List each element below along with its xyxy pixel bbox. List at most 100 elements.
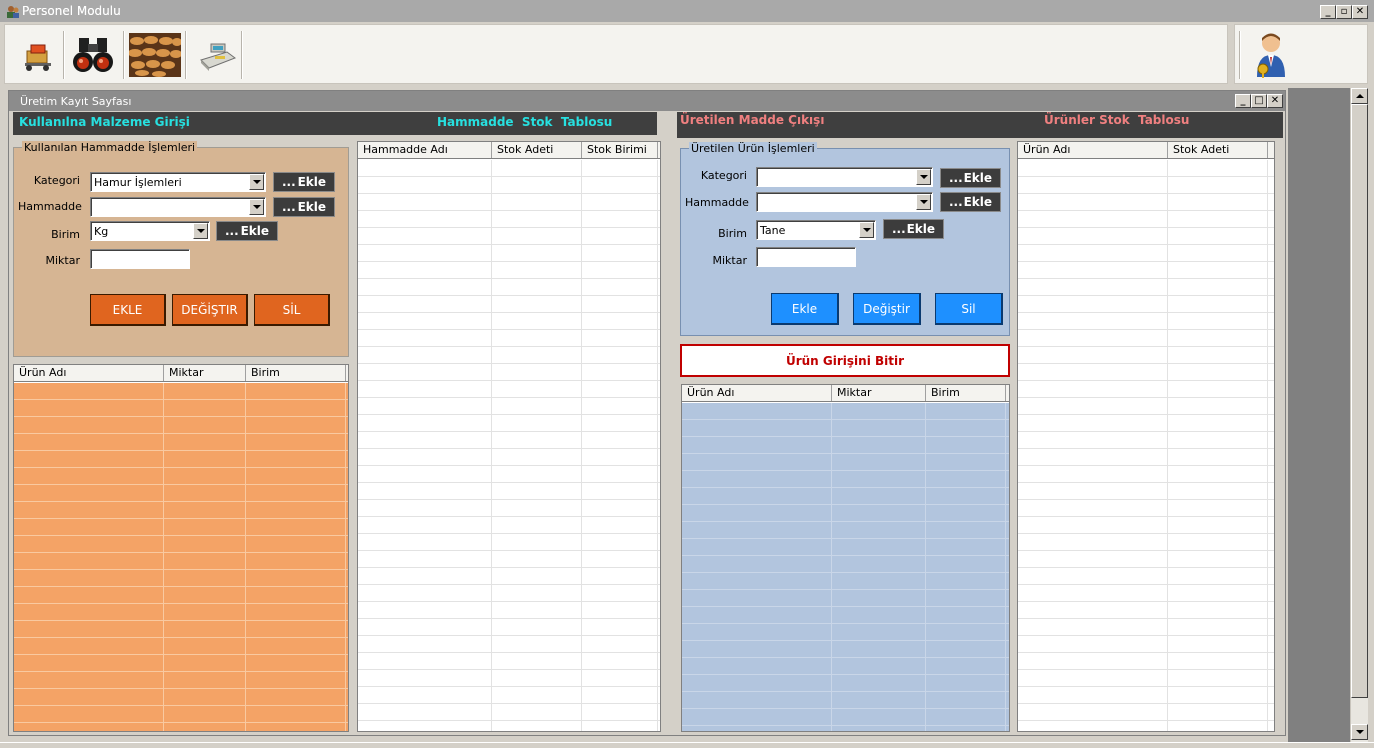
table-row[interactable] bbox=[682, 624, 1009, 641]
table-cell[interactable] bbox=[832, 488, 926, 504]
table-cell[interactable] bbox=[492, 415, 582, 431]
table-row[interactable] bbox=[14, 485, 348, 502]
table-row[interactable] bbox=[1018, 381, 1274, 398]
table-row[interactable] bbox=[1018, 364, 1274, 381]
table-cell[interactable] bbox=[926, 437, 1006, 453]
chevron-down-icon[interactable] bbox=[859, 222, 874, 238]
product-list-table[interactable]: Ürün Adı Miktar Birim bbox=[681, 384, 1010, 732]
column-header[interactable]: Birim bbox=[926, 385, 1006, 401]
table-row[interactable] bbox=[682, 522, 1009, 539]
table-cell[interactable] bbox=[1018, 619, 1168, 635]
table-cell[interactable] bbox=[832, 437, 926, 453]
table-cell[interactable] bbox=[358, 704, 492, 720]
table-cell[interactable] bbox=[1168, 568, 1268, 584]
product-miktar-input[interactable] bbox=[756, 247, 856, 267]
table-cell[interactable] bbox=[492, 177, 582, 193]
table-cell[interactable] bbox=[832, 709, 926, 725]
table-row[interactable] bbox=[1018, 568, 1274, 585]
table-cell[interactable] bbox=[582, 398, 658, 414]
table-cell[interactable] bbox=[582, 500, 658, 516]
table-cell[interactable] bbox=[246, 570, 346, 586]
table-cell[interactable] bbox=[492, 551, 582, 567]
table-cell[interactable] bbox=[926, 522, 1006, 538]
table-cell[interactable] bbox=[582, 313, 658, 329]
table-cell[interactable] bbox=[14, 553, 164, 569]
table-cell[interactable] bbox=[164, 519, 246, 535]
table-cell[interactable] bbox=[492, 534, 582, 550]
table-row[interactable] bbox=[358, 602, 660, 619]
table-cell[interactable] bbox=[832, 726, 926, 731]
table-cell[interactable] bbox=[682, 471, 832, 487]
table-cell[interactable] bbox=[14, 604, 164, 620]
table-cell[interactable] bbox=[682, 522, 832, 538]
table-cell[interactable] bbox=[164, 553, 246, 569]
table-row[interactable] bbox=[358, 381, 660, 398]
table-cell[interactable] bbox=[1168, 415, 1268, 431]
table-cell[interactable] bbox=[1168, 245, 1268, 261]
table-row[interactable] bbox=[682, 454, 1009, 471]
table-cell[interactable] bbox=[246, 723, 346, 731]
table-cell[interactable] bbox=[1018, 194, 1168, 210]
chevron-down-icon[interactable] bbox=[916, 194, 931, 210]
table-cell[interactable] bbox=[926, 471, 1006, 487]
table-cell[interactable] bbox=[358, 211, 492, 227]
table-row[interactable] bbox=[358, 296, 660, 313]
table-cell[interactable] bbox=[14, 570, 164, 586]
table-row[interactable] bbox=[1018, 177, 1274, 194]
table-cell[interactable] bbox=[1168, 500, 1268, 516]
table-row[interactable] bbox=[1018, 466, 1274, 483]
table-row[interactable] bbox=[14, 417, 348, 434]
table-cell[interactable] bbox=[358, 721, 492, 731]
table-row[interactable] bbox=[682, 505, 1009, 522]
table-cell[interactable] bbox=[1018, 653, 1168, 669]
table-row[interactable] bbox=[358, 721, 660, 731]
table-cell[interactable] bbox=[358, 364, 492, 380]
table-row[interactable] bbox=[682, 471, 1009, 488]
table-cell[interactable] bbox=[1168, 670, 1268, 686]
table-row[interactable] bbox=[358, 687, 660, 704]
cash-register-icon[interactable] bbox=[191, 29, 243, 81]
chevron-down-icon[interactable] bbox=[916, 169, 931, 185]
table-row[interactable] bbox=[1018, 517, 1274, 534]
table-cell[interactable] bbox=[582, 534, 658, 550]
table-row[interactable] bbox=[682, 658, 1009, 675]
table-row[interactable] bbox=[1018, 636, 1274, 653]
table-cell[interactable] bbox=[492, 653, 582, 669]
product-change-button[interactable]: Değiştir bbox=[853, 293, 921, 325]
close-button[interactable]: ✕ bbox=[1352, 5, 1368, 19]
table-cell[interactable] bbox=[1018, 177, 1168, 193]
table-cell[interactable] bbox=[1168, 228, 1268, 244]
table-cell[interactable] bbox=[1168, 517, 1268, 533]
table-cell[interactable] bbox=[246, 434, 346, 450]
table-cell[interactable] bbox=[164, 383, 246, 399]
column-header[interactable]: Birim bbox=[246, 365, 346, 381]
table-cell[interactable] bbox=[358, 194, 492, 210]
column-header[interactable]: Stok Adeti bbox=[492, 142, 582, 158]
chevron-down-icon[interactable] bbox=[249, 199, 264, 215]
table-cell[interactable] bbox=[832, 692, 926, 708]
table-cell[interactable] bbox=[1168, 194, 1268, 210]
table-cell[interactable] bbox=[492, 466, 582, 482]
table-row[interactable] bbox=[1018, 500, 1274, 517]
table-cell[interactable] bbox=[926, 403, 1006, 419]
user-keys-icon[interactable] bbox=[1245, 29, 1297, 81]
table-cell[interactable] bbox=[492, 687, 582, 703]
table-cell[interactable] bbox=[682, 488, 832, 504]
table-cell[interactable] bbox=[246, 689, 346, 705]
table-cell[interactable] bbox=[582, 670, 658, 686]
table-row[interactable] bbox=[358, 194, 660, 211]
table-cell[interactable] bbox=[14, 536, 164, 552]
table-row[interactable] bbox=[358, 636, 660, 653]
table-cell[interactable] bbox=[164, 689, 246, 705]
table-cell[interactable] bbox=[582, 194, 658, 210]
table-row[interactable] bbox=[358, 619, 660, 636]
table-row[interactable] bbox=[14, 383, 348, 400]
table-cell[interactable] bbox=[14, 706, 164, 722]
table-cell[interactable] bbox=[164, 434, 246, 450]
table-row[interactable] bbox=[14, 553, 348, 570]
table-cell[interactable] bbox=[832, 505, 926, 521]
table-cell[interactable] bbox=[926, 573, 1006, 589]
table-row[interactable] bbox=[358, 211, 660, 228]
table-row[interactable] bbox=[1018, 534, 1274, 551]
table-cell[interactable] bbox=[358, 381, 492, 397]
